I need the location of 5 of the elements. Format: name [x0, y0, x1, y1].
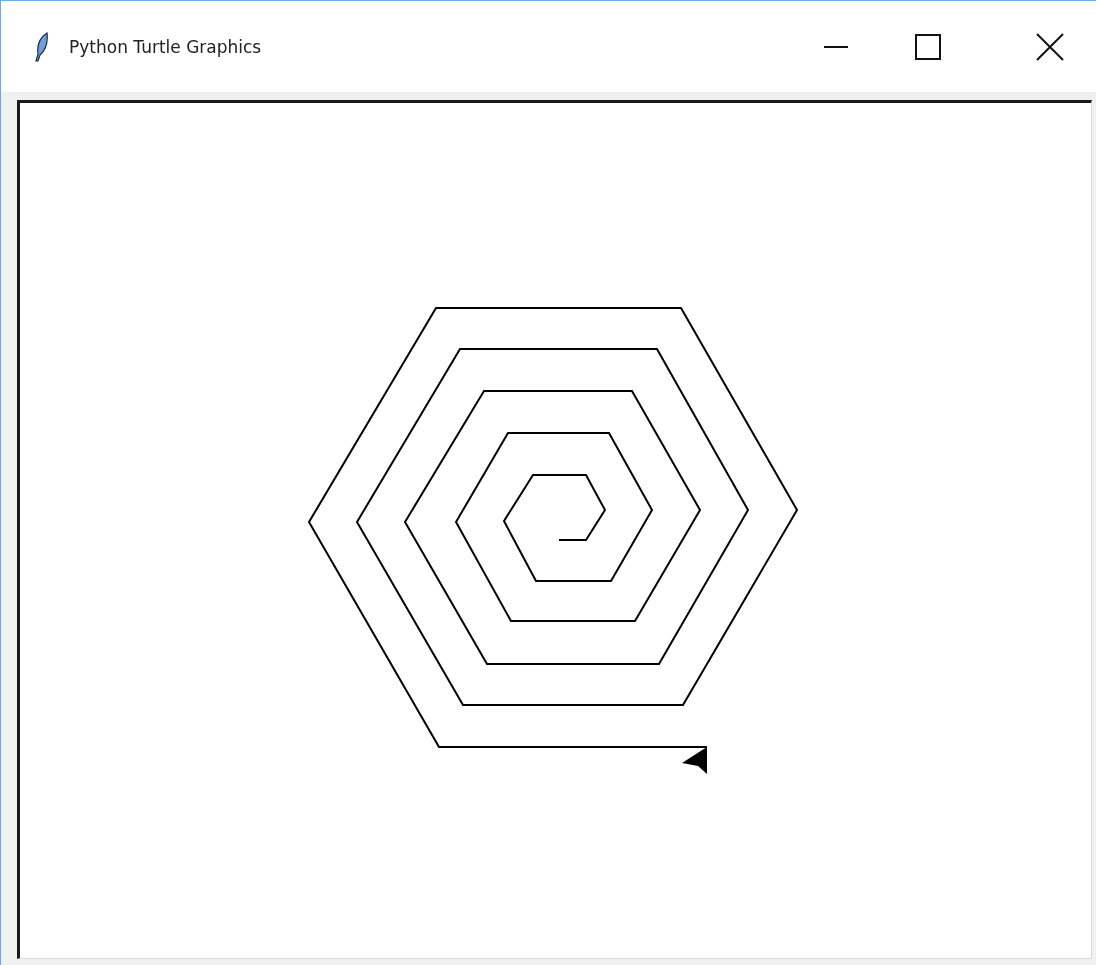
close-icon	[1036, 32, 1064, 61]
maximize-icon	[915, 33, 941, 60]
window-title: Python Turtle Graphics	[69, 36, 263, 57]
turtle-cursor-icon	[682, 747, 707, 774]
feather-icon	[35, 31, 49, 62]
